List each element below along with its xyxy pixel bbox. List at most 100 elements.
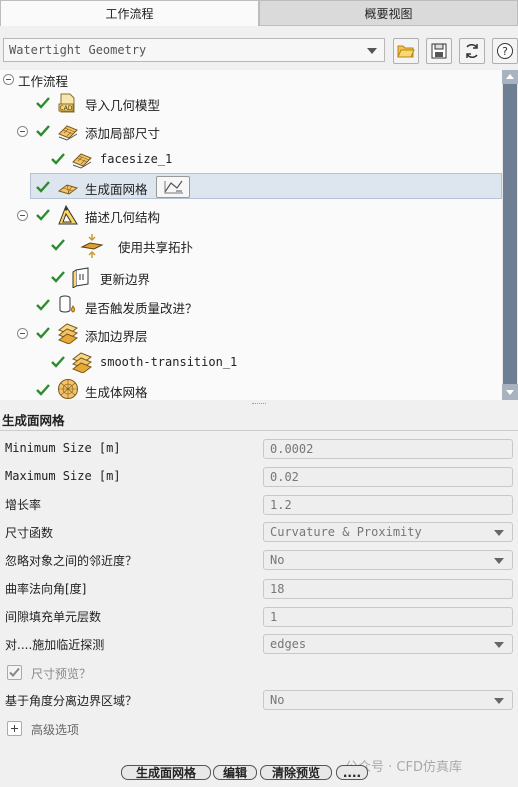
prop-label-min-size: Minimum Size [m] (5, 441, 121, 455)
check-icon (9, 667, 20, 677)
tree-item-smooth-transition[interactable]: smooth-transition_1 (100, 355, 237, 369)
prop-label-ignore-proximity: 忽略对象之间的邻近度？ (5, 554, 138, 568)
tree-item-facesize[interactable]: facesize_1 (100, 152, 172, 166)
check-icon (36, 384, 50, 396)
size-preview-checkbox[interactable] (7, 665, 22, 680)
check-icon (51, 356, 65, 368)
boundary-layer-icon (57, 323, 79, 344)
tree-item-generate-surface-mesh[interactable]: 生成面网格 (85, 179, 148, 198)
proximity-detect-value: edges (270, 637, 307, 651)
check-icon (36, 125, 50, 137)
min-size-value: 0.0002 (270, 442, 314, 456)
share-topology-icon (80, 234, 104, 258)
growth-rate-field[interactable]: 1.2 (263, 495, 513, 515)
prop-label-curvature-angle: 曲率法向角[度] (5, 582, 87, 596)
check-icon (51, 239, 65, 251)
open-button[interactable] (393, 38, 419, 64)
collapse-toggle-icon[interactable] (17, 328, 28, 339)
tree-item-add-boundary-layers[interactable]: 添加边界层 (85, 326, 148, 345)
separate-zones-value: No (270, 693, 285, 707)
more-button[interactable]: .... (336, 765, 368, 780)
prop-label-max-size: Maximum Size [m] (5, 469, 121, 483)
chevron-down-icon (494, 642, 504, 648)
mesh-preview-icon (164, 180, 183, 194)
gap-cells-value: 1 (270, 610, 278, 624)
help-button[interactable]: ? (492, 38, 518, 64)
tree-item-describe-geometry[interactable]: 描述几何结构 (85, 207, 160, 226)
collapse-toggle-icon[interactable] (17, 126, 28, 137)
curvature-angle-value: 18 (270, 582, 285, 596)
folder-open-icon (397, 45, 415, 58)
prop-label-separate-zones: 基于角度分离边界区域？ (5, 694, 138, 708)
tree-item-quality-improvement[interactable]: 是否触发质量改进？ (85, 298, 198, 317)
tree-root-label[interactable]: 工作流程 (18, 71, 68, 90)
panel-splitter[interactable] (0, 400, 518, 408)
check-icon (36, 97, 50, 109)
workflow-select-value: Watertight Geometry (9, 43, 147, 57)
check-icon (51, 271, 65, 283)
scroll-thumb[interactable] (503, 84, 517, 384)
local-size-icon (58, 125, 78, 141)
volume-mesh-icon (58, 379, 78, 399)
workflow-tree: 工作流程 CAD 导入几何模型 添加局部尺寸 facesize_1 生成面网格 … (0, 70, 518, 400)
cad-import-icon: CAD (58, 93, 75, 113)
tab-outline-view[interactable]: 概要视图 (259, 0, 518, 26)
surface-mesh-icon (57, 184, 79, 195)
ignore-proximity-select[interactable]: No (263, 550, 513, 570)
workflow-toolbar: Watertight Geometry ? (0, 26, 518, 70)
save-icon (431, 43, 447, 59)
save-button[interactable] (426, 38, 452, 64)
prop-label-proximity-detect: 对....施加临近探测 (5, 638, 105, 652)
chevron-down-icon (494, 698, 504, 704)
refresh-icon (466, 44, 478, 58)
prop-label-size-function: 尺寸函数 (5, 526, 54, 540)
expand-advanced-icon[interactable] (7, 721, 22, 736)
tree-item-generate-volume-mesh[interactable]: 生成体网格 (85, 382, 148, 401)
check-icon (36, 299, 50, 311)
boundary-layer-icon (71, 352, 93, 373)
scroll-up-icon[interactable] (502, 70, 518, 84)
check-icon (36, 209, 50, 221)
separate-zones-select[interactable]: No (263, 690, 513, 710)
curvature-angle-field[interactable]: 18 (263, 579, 513, 599)
tab-bar: 工作流程 概要视图 (0, 0, 518, 26)
advanced-options-label[interactable]: 高级选项 (31, 721, 79, 738)
tree-item-share-topology[interactable]: 使用共享拓扑 (118, 237, 193, 256)
quality-improve-icon (59, 295, 75, 313)
min-size-field[interactable]: 0.0002 (263, 439, 513, 459)
prop-label-gap-cells: 间隙填充单元层数 (5, 610, 102, 624)
collapse-toggle-icon[interactable] (17, 210, 28, 221)
tree-item-add-local-sizing[interactable]: 添加局部尺寸 (85, 123, 160, 142)
check-icon (51, 153, 65, 165)
tree-scrollbar[interactable] (502, 70, 518, 400)
tab-workflow[interactable]: 工作流程 (0, 0, 259, 26)
svg-text:?: ? (502, 45, 508, 58)
collapse-toggle-icon[interactable] (3, 74, 14, 85)
svg-text:CAD: CAD (60, 105, 73, 112)
chevron-down-icon (494, 558, 504, 564)
max-size-value: 0.02 (270, 470, 299, 484)
chevron-down-icon (494, 530, 504, 536)
workflow-select[interactable]: Watertight Geometry (3, 38, 385, 62)
splitter-grip-icon (252, 403, 266, 405)
tree-item-update-boundaries[interactable]: 更新边界 (100, 269, 150, 288)
describe-geometry-icon (58, 204, 78, 225)
size-function-select[interactable]: Curvature & Proximity (263, 522, 513, 542)
check-icon (36, 327, 50, 339)
preview-mesh-button[interactable] (156, 176, 190, 198)
proximity-detect-select[interactable]: edges (263, 634, 513, 654)
update-boundaries-icon (72, 267, 89, 288)
prop-label-growth-rate: 增长率 (5, 498, 42, 512)
gap-cells-field[interactable]: 1 (263, 607, 513, 627)
chevron-down-icon (367, 48, 377, 54)
edit-button[interactable]: 编辑 (213, 765, 257, 780)
tree-item-import-geometry[interactable]: 导入几何模型 (85, 95, 160, 114)
size-preview-label: 尺寸预览？ (31, 667, 92, 681)
generate-surface-mesh-button[interactable]: 生成面网格 (121, 765, 211, 780)
scroll-down-icon[interactable] (502, 384, 518, 400)
panel-title: 生成面网格 (2, 413, 65, 428)
clear-preview-button[interactable]: 清除预览 (260, 765, 332, 780)
max-size-field[interactable]: 0.02 (263, 467, 513, 487)
help-icon: ? (497, 43, 513, 59)
refresh-button[interactable] (459, 38, 485, 64)
